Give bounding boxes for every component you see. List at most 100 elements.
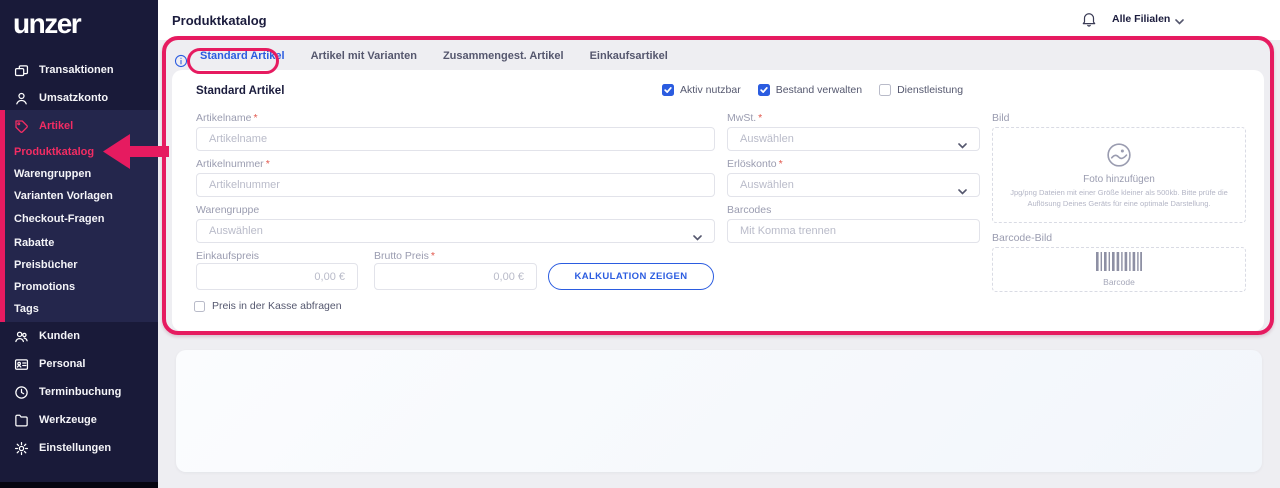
chevron-down-icon (1175, 16, 1185, 25)
tab-bar: Standard Artikel Artikel mit Varianten Z… (200, 50, 668, 62)
erloeskonto-select[interactable]: Auswählen (727, 173, 980, 197)
mwst-select[interactable]: Auswählen (727, 127, 980, 151)
einkaufspreis-label: Einkaufspreis (196, 250, 260, 262)
sidebar-item-umsatzkonto[interactable]: Umsatzkonto (0, 86, 158, 110)
sidebar-item-label: Personal (39, 358, 86, 370)
sidebar-item-werkzeuge[interactable]: Werkzeuge (0, 408, 158, 432)
store-selector-label: Alle Filialen (1112, 13, 1171, 25)
user-icon (14, 91, 29, 106)
einkaufspreis-input[interactable] (196, 263, 358, 290)
checkbox-label: Preis in der Kasse abfragen (212, 300, 342, 312)
sidebar-item-label: Artikel (39, 120, 74, 132)
customers-icon (14, 329, 29, 344)
photo-upload-hint: Jpg/png Dateien mit einer Größe kleiner … (1010, 188, 1228, 208)
checkbox-label: Dienstleistung (897, 84, 964, 96)
barcode-caption: Barcode (1103, 277, 1135, 287)
sidebar-item-label: Umsatzkonto (39, 92, 109, 104)
barcode-preview-box: Barcode (992, 247, 1246, 292)
barcode-icon (1096, 252, 1142, 276)
badge-icon (14, 357, 29, 372)
option-checkboxes: Aktiv nutzbar Bestand verwalten Dienstle… (662, 84, 963, 96)
sidebar-footer-strip (0, 482, 158, 488)
top-header: Produktkatalog Alle Filialen (158, 0, 1280, 40)
sidebar-item-personal[interactable]: Personal (0, 352, 158, 376)
store-selector[interactable]: Alle Filialen (1112, 13, 1185, 25)
sidebar: unzer Transaktionen Umsatzkonto Artikel … (0, 0, 158, 488)
sidebar-item-label: Werkzeuge (39, 414, 97, 426)
artikelname-label: Artikelname * (196, 112, 258, 124)
sidebar-subitem-rabatte[interactable]: Rabatte (0, 232, 158, 253)
checkbox-dienstleistung[interactable]: Dienstleistung (879, 84, 963, 96)
sidebar-item-kunden[interactable]: Kunden (0, 324, 158, 348)
tab-einkaufsartikel[interactable]: Einkaufsartikel (590, 50, 668, 62)
empty-content-panel (176, 350, 1262, 472)
barcodes-label: Barcodes (727, 204, 772, 216)
erloeskonto-label: Erlöskonto * (727, 158, 783, 170)
sidebar-subitem-warengruppen[interactable]: Warengruppen (0, 163, 158, 184)
warengruppe-select[interactable]: Auswählen (196, 219, 715, 243)
checkbox-unchecked-icon (194, 300, 205, 312)
checkbox-label: Aktiv nutzbar (680, 84, 741, 96)
chevron-down-icon (693, 228, 702, 241)
sidebar-subitem-promotions[interactable]: Promotions (0, 276, 158, 297)
sidebar-subitem-label: Tags (14, 302, 39, 315)
photo-icon (1105, 141, 1133, 169)
sidebar-subitem-produktkatalog[interactable]: Produktkatalog (0, 141, 158, 162)
sidebar-subitem-preisbuecher[interactable]: Preisbücher (0, 254, 158, 275)
clock-icon (14, 385, 29, 400)
sidebar-subitem-checkout-fragen[interactable]: Checkout-Fragen (0, 208, 158, 229)
barcode-bild-label: Barcode-Bild (992, 232, 1053, 244)
tab-zusammengest-artikel[interactable]: Zusammengest. Artikel (443, 50, 564, 62)
chevron-down-icon (958, 182, 967, 195)
sidebar-subitem-label: Varianten Vorlagen (14, 189, 113, 202)
sidebar-subitem-label: Warengruppen (14, 167, 92, 180)
select-placeholder: Auswählen (740, 133, 794, 145)
barcodes-input[interactable] (727, 219, 980, 243)
transactions-icon (14, 63, 29, 78)
tab-artikel-mit-varianten[interactable]: Artikel mit Varianten (311, 50, 417, 62)
brutto-preis-label: Brutto Preis * (374, 250, 435, 262)
info-icon[interactable] (174, 54, 188, 68)
page-title: Produktkatalog (172, 13, 267, 28)
checkbox-label: Bestand verwalten (775, 84, 863, 96)
sidebar-subitem-varianten-vorlagen[interactable]: Varianten Vorlagen (0, 185, 158, 206)
unzer-logo: unzer (13, 8, 82, 39)
sidebar-item-label: Terminbuchung (39, 386, 122, 398)
checkbox-unchecked-icon (879, 84, 892, 96)
sidebar-subitem-label: Rabatte (14, 236, 55, 249)
checkbox-checked-icon (662, 84, 674, 96)
chevron-down-icon (958, 136, 967, 149)
sidebar-subitem-label: Produktkatalog (14, 145, 95, 158)
kalkulation-zeigen-button[interactable]: KALKULATION ZEIGEN (548, 263, 714, 290)
sidebar-subitem-label: Promotions (14, 280, 76, 293)
checkbox-aktiv-nutzbar[interactable]: Aktiv nutzbar (662, 84, 741, 96)
artikelnummer-input[interactable] (196, 173, 715, 197)
sidebar-item-transaktionen[interactable]: Transaktionen (0, 58, 158, 82)
gear-icon (14, 441, 29, 456)
warengruppe-label: Warengruppe (196, 204, 260, 216)
checkbox-bestand-verwalten[interactable]: Bestand verwalten (757, 84, 863, 96)
form-title: Standard Artikel (196, 85, 285, 97)
tab-standard-artikel[interactable]: Standard Artikel (200, 50, 285, 62)
bild-label: Bild (992, 112, 1010, 124)
checkbox-checked-icon (757, 84, 770, 96)
artikelname-input[interactable] (196, 127, 715, 151)
folder-icon (14, 413, 29, 428)
brutto-preis-input[interactable] (374, 263, 537, 290)
sidebar-subitem-tags[interactable]: Tags (0, 298, 158, 319)
mwst-label: MwSt. * (727, 112, 763, 124)
sidebar-item-label: Transaktionen (39, 64, 114, 76)
photo-upload-cta: Foto hinzufügen (1083, 174, 1155, 185)
sidebar-subitem-label: Preisbücher (14, 258, 78, 271)
sidebar-item-label: Kunden (39, 330, 80, 342)
sidebar-item-terminbuchung[interactable]: Terminbuchung (0, 380, 158, 404)
artikelnummer-label: Artikelnummer * (196, 158, 270, 170)
tag-icon (14, 119, 29, 134)
checkbox-preis-in-kasse[interactable]: Preis in der Kasse abfragen (194, 300, 342, 312)
bell-icon[interactable] (1080, 10, 1098, 28)
sidebar-item-artikel[interactable]: Artikel (0, 114, 158, 138)
sidebar-item-label: Einstellungen (39, 442, 112, 454)
photo-upload-dropzone[interactable]: Foto hinzufügen Jpg/png Dateien mit eine… (992, 127, 1246, 223)
select-placeholder: Auswählen (740, 179, 794, 191)
sidebar-item-einstellungen[interactable]: Einstellungen (0, 436, 158, 460)
